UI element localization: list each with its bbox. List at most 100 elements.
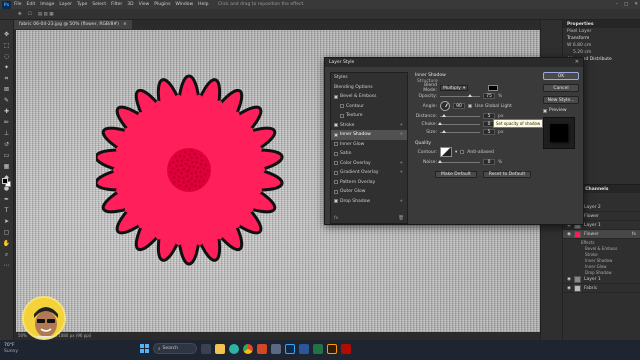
menu-help[interactable]: Help <box>198 2 208 7</box>
noise-slider-knob[interactable] <box>438 159 442 163</box>
layer-row-selected[interactable]: ◉ Flower fx <box>563 230 640 239</box>
contour-picker[interactable] <box>440 147 452 157</box>
height-value[interactable]: 5.20 cm <box>567 50 591 55</box>
maximize-icon[interactable]: □ <box>624 2 628 7</box>
close-icon[interactable]: ✕ <box>575 59 579 65</box>
style-item-stroke[interactable]: Stroke + <box>331 121 407 131</box>
gradient-tool-icon[interactable]: ▦ <box>2 162 11 171</box>
crop-tool-icon[interactable]: ⌗ <box>2 74 11 83</box>
auto-select-checkbox[interactable]: ☐ <box>28 12 32 17</box>
add-style-icon[interactable]: + <box>399 161 403 166</box>
style-item-color-overlay[interactable]: Color Overlay + <box>331 159 407 169</box>
photoshop-taskbar-icon[interactable] <box>285 343 295 354</box>
distance-slider[interactable] <box>440 113 480 117</box>
menu-view[interactable]: View <box>139 2 150 7</box>
layer-row[interactable]: ◉ Fabric <box>563 284 640 293</box>
new-style-button[interactable]: New Style... <box>543 96 579 104</box>
fx-icon[interactable]: fx <box>334 216 338 221</box>
align-icons[interactable]: ▤ ▥ ▦ <box>38 12 54 17</box>
style-checkbox[interactable] <box>334 132 338 137</box>
choke-slider-knob[interactable] <box>438 121 442 125</box>
add-style-icon[interactable]: + <box>399 199 403 204</box>
width-value[interactable]: 6.80 cm <box>573 43 591 48</box>
document-tab[interactable]: fabric 06-04-23.jpg @ 50% (flower, RGB/8… <box>14 20 132 29</box>
reset-to-default-button[interactable]: Reset to Default <box>482 170 532 178</box>
brush-tool-icon[interactable]: ✏ <box>2 118 11 127</box>
style-checkbox[interactable] <box>334 170 338 175</box>
menu-type[interactable]: Type <box>77 2 87 7</box>
shadow-color-swatch[interactable] <box>488 85 499 91</box>
size-slider[interactable] <box>440 129 480 133</box>
make-default-button[interactable]: Make Default <box>435 170 477 178</box>
eye-icon[interactable]: ◉ <box>567 286 571 291</box>
style-checkbox[interactable] <box>340 104 344 109</box>
style-checkbox[interactable] <box>334 180 338 185</box>
anti-aliased-checkbox[interactable] <box>460 150 465 154</box>
style-item-drop-shadow[interactable]: Drop Shadow + <box>331 197 407 207</box>
preview-checkbox[interactable] <box>543 108 547 113</box>
task-view-icon[interactable] <box>201 343 211 354</box>
menu-file[interactable]: File <box>14 2 22 7</box>
excel-icon[interactable] <box>313 343 323 354</box>
lasso-tool-icon[interactable]: ◌ <box>2 52 11 61</box>
angle-input[interactable]: 90 <box>453 103 465 109</box>
style-item-inner-glow[interactable]: Inner Glow <box>331 140 407 150</box>
choke-slider[interactable] <box>438 121 480 125</box>
size-input[interactable]: 5 <box>483 129 495 135</box>
noise-slider[interactable] <box>438 159 480 163</box>
blending-options-item[interactable]: Blending Options <box>331 83 407 93</box>
minimize-icon[interactable]: – <box>616 2 618 7</box>
style-checkbox[interactable] <box>334 151 338 156</box>
size-slider-knob[interactable] <box>442 129 446 133</box>
menu-edit[interactable]: Edit <box>27 2 36 7</box>
fx-icon[interactable]: fx <box>632 232 636 237</box>
eraser-tool-icon[interactable]: ▭ <box>2 151 11 160</box>
style-checkbox[interactable] <box>334 94 338 99</box>
move-tool-icon[interactable]: ✥ <box>2 30 11 39</box>
cancel-button[interactable]: Cancel <box>543 84 579 92</box>
menu-filter[interactable]: Filter <box>111 2 122 7</box>
style-item-texture[interactable]: Texture <box>331 111 407 121</box>
style-checkbox[interactable] <box>334 199 338 204</box>
foreground-color-swatch[interactable] <box>2 178 8 184</box>
opacity-slider-knob[interactable] <box>468 93 472 97</box>
pen-tool-icon[interactable]: ✒ <box>2 195 11 204</box>
add-style-icon[interactable]: + <box>399 170 403 175</box>
move-tool-icon[interactable]: ✥ <box>18 12 22 17</box>
style-item-inner-shadow[interactable]: Inner Shadow + <box>331 130 407 140</box>
eye-icon[interactable]: ◉ <box>567 277 571 282</box>
zoom-level[interactable]: 50% <box>18 333 27 338</box>
file-explorer-icon[interactable] <box>215 343 225 354</box>
chrome-browser-icon[interactable] <box>243 343 253 354</box>
style-checkbox[interactable] <box>334 142 338 147</box>
history-brush-tool-icon[interactable]: ↺ <box>2 140 11 149</box>
style-item-satin[interactable]: Satin <box>331 149 407 159</box>
shape-tool-icon[interactable]: ▢ <box>2 228 11 237</box>
close-tab-icon[interactable]: × <box>123 22 127 27</box>
ok-button[interactable]: OK <box>543 72 579 80</box>
opacity-input[interactable]: 75 <box>483 93 495 99</box>
style-item-pattern-overlay[interactable]: Pattern Overlay <box>331 178 407 188</box>
healing-brush-tool-icon[interactable]: ✚ <box>2 107 11 116</box>
illustrator-icon[interactable] <box>327 343 337 354</box>
start-menu-icon[interactable] <box>140 344 149 353</box>
style-checkbox[interactable] <box>334 123 338 128</box>
acrobat-icon[interactable] <box>341 343 351 354</box>
more-tools-icon[interactable]: ⋯ <box>2 261 11 270</box>
style-item-gradient-overlay[interactable]: Gradient Overlay + <box>331 168 407 178</box>
store-icon[interactable] <box>271 343 281 354</box>
word-icon[interactable] <box>299 343 309 354</box>
menu-select[interactable]: Select <box>92 2 106 7</box>
dialog-title-bar[interactable]: Layer Style ✕ <box>325 58 583 67</box>
zoom-tool-icon[interactable]: ⌕ <box>2 250 11 259</box>
edge-browser-icon[interactable] <box>229 343 239 354</box>
styles-header[interactable]: Styles <box>331 73 407 83</box>
trash-icon[interactable]: 🗑 <box>398 216 404 221</box>
menu-plugins[interactable]: Plugins <box>154 2 170 7</box>
style-item-contour[interactable]: Contour <box>331 102 407 112</box>
path-selection-tool-icon[interactable]: ➤ <box>2 217 11 226</box>
style-item-bevel-emboss[interactable]: Bevel & Emboss <box>331 92 407 102</box>
eyedropper-tool-icon[interactable]: ✎ <box>2 96 11 105</box>
noise-input[interactable]: 0 <box>483 159 495 165</box>
type-tool-icon[interactable]: T <box>2 206 11 215</box>
